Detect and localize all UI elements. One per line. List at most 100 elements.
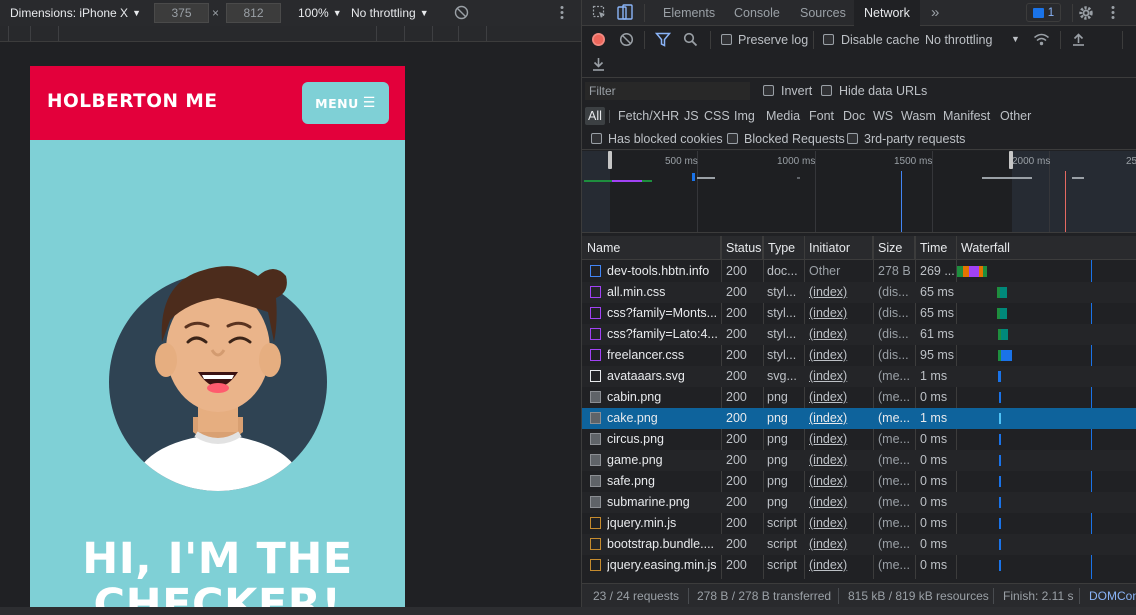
overview-right-handle[interactable] xyxy=(1009,151,1013,169)
request-initiator[interactable]: (index) xyxy=(809,408,871,429)
waterfall-bar xyxy=(999,455,1001,466)
network-throttle-select[interactable]: No throttling ▼ xyxy=(925,33,1020,49)
type-filter-other[interactable]: Other xyxy=(997,107,1034,125)
request-initiator[interactable]: (index) xyxy=(809,345,871,366)
table-row[interactable]: css?family=Lato:4... 200 styl... (index) (di… xyxy=(582,324,1136,345)
menu-button-label: MENU xyxy=(315,95,359,111)
request-time: 95 ms xyxy=(920,348,955,362)
hide-data-urls-checkbox[interactable] xyxy=(821,85,832,96)
column-waterfall[interactable]: Waterfall xyxy=(956,236,1136,260)
request-initiator[interactable]: (index) xyxy=(809,513,871,534)
more-options-icon[interactable] xyxy=(559,5,565,20)
network-conditions-icon[interactable] xyxy=(1033,32,1050,47)
request-status: 200 xyxy=(726,264,747,278)
filter-icon[interactable] xyxy=(655,32,671,47)
request-time: 65 ms xyxy=(920,306,955,320)
type-filter-img[interactable]: Img xyxy=(731,107,758,125)
request-initiator[interactable]: (index) xyxy=(809,555,871,576)
tab-elements[interactable]: Elements xyxy=(663,0,715,26)
table-row[interactable]: circus.png 200 png (index) (me... 0 ms xyxy=(582,429,1136,450)
request-size: (dis... xyxy=(878,327,909,341)
invert-checkbox[interactable] xyxy=(763,85,774,96)
type-filter-ws[interactable]: WS xyxy=(870,107,896,125)
request-initiator[interactable]: (index) xyxy=(809,492,871,513)
type-filter-font[interactable]: Font xyxy=(806,107,837,125)
status-domcontentloaded: DOMCon xyxy=(1089,589,1136,603)
tab-console[interactable]: Console xyxy=(734,0,780,26)
request-initiator[interactable]: (index) xyxy=(809,429,871,450)
request-size: (me... xyxy=(878,453,910,467)
request-initiator[interactable]: (index) xyxy=(809,324,871,345)
site-brand[interactable]: HOLBERTON ME xyxy=(47,91,217,112)
third-party-checkbox[interactable] xyxy=(847,133,858,144)
column-initiator[interactable]: Initiator xyxy=(804,236,873,260)
device-height-input[interactable]: 812 xyxy=(226,3,281,23)
type-filter-media[interactable]: Media xyxy=(763,107,803,125)
column-status[interactable]: Status xyxy=(721,236,763,260)
table-row[interactable]: cake.png 200 png (index) (me... 1 ms xyxy=(582,408,1136,429)
table-row[interactable]: safe.png 200 png (index) (me... 0 ms xyxy=(582,471,1136,492)
request-initiator[interactable]: (index) xyxy=(809,450,871,471)
type-filter-all[interactable]: All xyxy=(585,107,605,125)
type-filter-manifest[interactable]: Manifest xyxy=(940,107,993,125)
request-size: (me... xyxy=(878,558,910,572)
request-initiator[interactable]: (index) xyxy=(809,471,871,492)
request-initiator[interactable]: (index) xyxy=(809,366,871,387)
table-row[interactable]: cabin.png 200 png (index) (me... 0 ms xyxy=(582,387,1136,408)
inspect-element-icon[interactable] xyxy=(592,5,607,20)
request-time: 0 ms xyxy=(920,432,948,446)
menu-button[interactable]: MENU ☰ xyxy=(302,82,389,124)
table-row[interactable]: all.min.css 200 styl... (index) (dis... 65 ms xyxy=(582,282,1136,303)
gear-icon[interactable] xyxy=(1078,5,1094,21)
request-type: png xyxy=(767,453,788,467)
request-initiator[interactable]: (index) xyxy=(809,387,871,408)
svg-image-icon xyxy=(590,370,601,382)
device-width-input[interactable]: 375 xyxy=(154,3,209,23)
tab-sources[interactable]: Sources xyxy=(800,0,846,26)
device-toolbar-toggle-icon[interactable] xyxy=(617,4,633,21)
network-overview-timeline[interactable]: 500 ms 1000 ms 1500 ms 2000 ms 25 xyxy=(582,151,1136,233)
preserve-log-checkbox[interactable] xyxy=(721,34,732,45)
type-filter-wasm[interactable]: Wasm xyxy=(898,107,939,125)
search-icon[interactable] xyxy=(683,32,698,47)
request-initiator[interactable]: (index) xyxy=(809,534,871,555)
has-blocked-cookies-checkbox[interactable] xyxy=(591,133,602,144)
blocked-requests-checkbox[interactable] xyxy=(727,133,738,144)
table-row[interactable]: jquery.easing.min.js 200 script (index) (me.… xyxy=(582,555,1136,576)
rotate-icon[interactable] xyxy=(454,5,469,20)
overview-left-handle[interactable] xyxy=(608,151,612,169)
record-icon[interactable] xyxy=(591,32,606,47)
request-type: styl... xyxy=(767,285,797,299)
column-type[interactable]: Type xyxy=(763,236,805,260)
table-row[interactable]: submarine.png 200 png (index) (me... 0 ms xyxy=(582,492,1136,513)
type-filter-js[interactable]: JS xyxy=(681,107,702,125)
column-time[interactable]: Time xyxy=(915,236,957,260)
clear-icon[interactable] xyxy=(619,32,634,47)
import-har-icon[interactable] xyxy=(1072,32,1085,46)
type-filter-doc[interactable]: Doc xyxy=(840,107,868,125)
more-tabs-icon[interactable]: » xyxy=(931,0,939,26)
type-filter-css[interactable]: CSS xyxy=(701,107,733,125)
zoom-select[interactable]: 100% ▼ xyxy=(298,6,342,20)
request-initiator[interactable]: (index) xyxy=(809,303,871,324)
issues-badge[interactable]: 1 xyxy=(1026,3,1061,22)
tab-network[interactable]: Network xyxy=(854,0,920,26)
disable-cache-checkbox[interactable] xyxy=(823,34,834,45)
table-row[interactable]: game.png 200 png (index) (me... 0 ms xyxy=(582,450,1136,471)
table-row[interactable]: avataaars.svg 200 svg... (index) (me... 1 ms xyxy=(582,366,1136,387)
requests-table-header: Name Status Type Initiator Size Time Wat… xyxy=(582,236,1136,260)
devtools-menu-icon[interactable] xyxy=(1110,5,1116,20)
export-har-icon[interactable] xyxy=(592,57,605,71)
table-row[interactable]: dev-tools.hbtn.info 200 doc... Other 278 B 26… xyxy=(582,261,1136,282)
table-row[interactable]: freelancer.css 200 styl... (index) (dis... 95… xyxy=(582,345,1136,366)
device-throttle-select[interactable]: No throttling ▼ xyxy=(351,6,429,20)
column-name[interactable]: Name xyxy=(582,236,721,260)
type-filter-fetch-xhr[interactable]: Fetch/XHR xyxy=(615,107,682,125)
table-row[interactable]: bootstrap.bundle.... 200 script (index) (me.… xyxy=(582,534,1136,555)
filter-input[interactable]: Filter xyxy=(585,82,750,100)
column-size[interactable]: Size xyxy=(873,236,915,260)
request-initiator[interactable]: (index) xyxy=(809,282,871,303)
device-select[interactable]: Dimensions: iPhone X ▼ xyxy=(10,6,141,20)
table-row[interactable]: jquery.min.js 200 script (index) (me... 0 ms xyxy=(582,513,1136,534)
table-row[interactable]: css?family=Monts... 200 styl... (index) (dis… xyxy=(582,303,1136,324)
